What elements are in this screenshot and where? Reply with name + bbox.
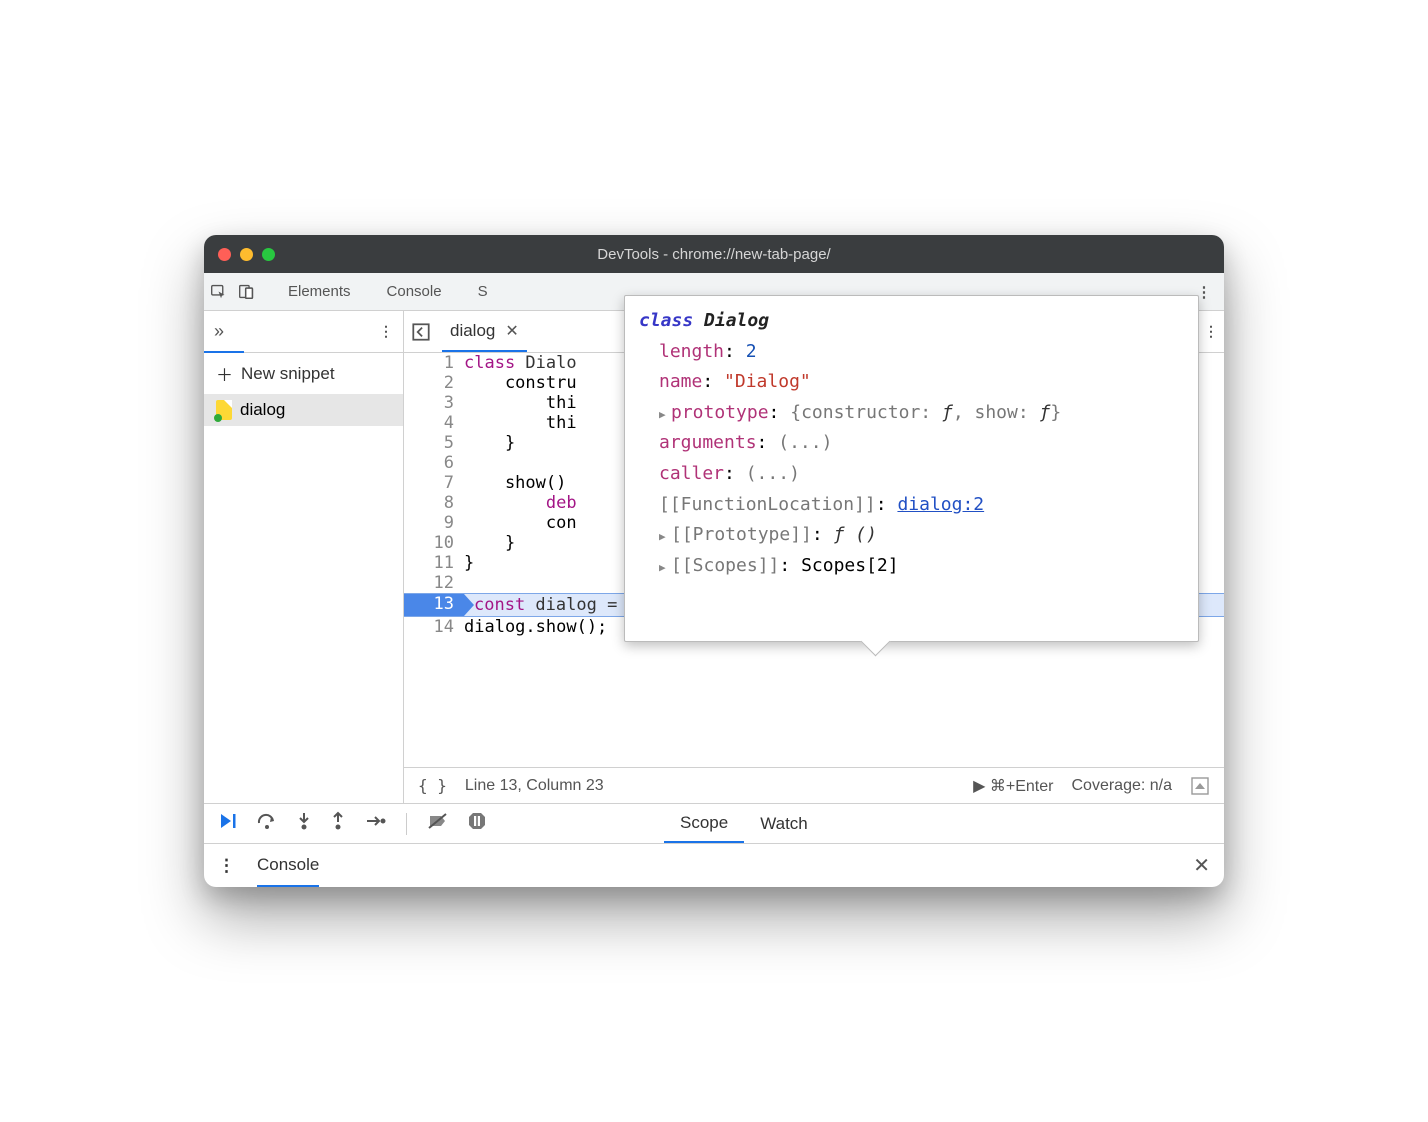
object-preview-popover: class Dialog length: 2 name: "Dialog" pr… bbox=[624, 295, 1199, 642]
run-snippet-button[interactable]: ▶ ⌘+Enter bbox=[973, 776, 1053, 796]
snippet-item-label: dialog bbox=[240, 400, 285, 420]
zoom-window-button[interactable] bbox=[262, 248, 275, 261]
editor-statusbar: { } Line 13, Column 23 ▶ ⌘+Enter Coverag… bbox=[404, 767, 1224, 803]
inspect-element-icon[interactable] bbox=[204, 283, 232, 300]
code-line: thi bbox=[464, 393, 577, 413]
navigator-menu-icon[interactable] bbox=[379, 323, 393, 340]
snippet-file-icon bbox=[216, 400, 232, 420]
titlebar: DevTools - chrome://new-tab-page/ bbox=[204, 235, 1224, 273]
code-line: show() bbox=[464, 473, 577, 493]
new-snippet-button[interactable]: ＋ New snippet bbox=[204, 353, 403, 394]
debugger-toolbar: Scope Watch bbox=[204, 803, 1224, 843]
watch-pane-tab[interactable]: Watch bbox=[744, 804, 824, 843]
code-line: constru bbox=[464, 373, 577, 393]
navigator-expand-icon[interactable]: » bbox=[214, 321, 224, 342]
close-window-button[interactable] bbox=[218, 248, 231, 261]
expand-icon[interactable] bbox=[659, 520, 671, 551]
code-line: class Dialo bbox=[464, 353, 577, 373]
minimize-window-button[interactable] bbox=[240, 248, 253, 261]
close-drawer-icon[interactable]: ✕ bbox=[1193, 853, 1210, 878]
scope-pane-tab[interactable]: Scope bbox=[664, 804, 744, 843]
plus-icon: ＋ bbox=[216, 361, 233, 386]
function-location-link[interactable]: dialog:2 bbox=[897, 494, 984, 515]
code-line: } bbox=[464, 533, 515, 553]
coverage-label: Coverage: n/a bbox=[1071, 777, 1172, 795]
devtools-window: DevTools - chrome://new-tab-page/ Elemen… bbox=[204, 235, 1224, 887]
console-drawer: Console ✕ bbox=[204, 843, 1224, 887]
new-snippet-label: New snippet bbox=[241, 364, 335, 384]
deactivate-breakpoints-icon[interactable] bbox=[427, 811, 449, 836]
drawer-tab-console[interactable]: Console bbox=[257, 844, 319, 887]
step-into-icon[interactable] bbox=[296, 811, 312, 836]
snippet-item[interactable]: dialog bbox=[204, 394, 403, 426]
code-line: } bbox=[464, 433, 515, 453]
code-line: dialog.show(); bbox=[464, 617, 607, 637]
file-tab-dialog[interactable]: dialog ✕ bbox=[442, 311, 527, 352]
debugger-panes: Scope Watch bbox=[664, 804, 1224, 843]
cursor-position: Line 13, Column 23 bbox=[465, 777, 604, 795]
window-title: DevTools - chrome://new-tab-page/ bbox=[204, 246, 1224, 263]
tab-elements[interactable]: Elements bbox=[270, 273, 369, 310]
drawer-menu-icon[interactable] bbox=[218, 856, 235, 876]
step-icon[interactable] bbox=[364, 811, 386, 836]
expand-icon[interactable] bbox=[659, 551, 671, 582]
editor-menu-icon[interactable] bbox=[1204, 323, 1218, 340]
resume-icon[interactable] bbox=[218, 811, 238, 836]
gutter: 1 bbox=[404, 353, 464, 373]
device-toolbar-icon[interactable] bbox=[232, 283, 260, 300]
close-tab-icon[interactable]: ✕ bbox=[505, 321, 518, 341]
coverage-toggle-icon[interactable] bbox=[1190, 776, 1210, 796]
pause-exceptions-icon[interactable] bbox=[467, 811, 487, 836]
nav-back-icon[interactable] bbox=[410, 321, 432, 343]
code-line: con bbox=[464, 513, 577, 533]
code-line: thi bbox=[464, 413, 577, 433]
file-tab-label: dialog bbox=[450, 321, 495, 341]
navigator-sidebar: ＋ New snippet dialog bbox=[204, 353, 404, 803]
tab-sources[interactable]: S bbox=[460, 273, 506, 310]
pretty-print-icon[interactable]: { } bbox=[418, 776, 447, 795]
step-out-icon[interactable] bbox=[330, 811, 346, 836]
step-over-icon[interactable] bbox=[256, 811, 278, 836]
tab-console[interactable]: Console bbox=[369, 273, 460, 310]
code-line: } bbox=[464, 553, 474, 573]
expand-icon[interactable] bbox=[659, 398, 671, 429]
